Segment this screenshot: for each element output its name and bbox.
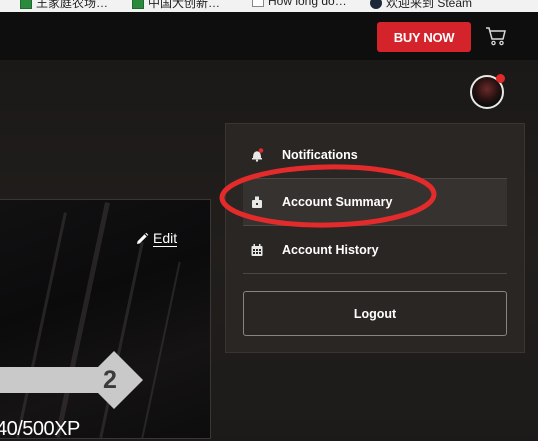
bookmark-item[interactable]: 中国大创新…	[132, 0, 220, 11]
top-nav: BUY NOW	[0, 12, 538, 60]
edit-label: Edit	[153, 230, 178, 247]
level-number: 2	[103, 366, 117, 394]
cart-icon[interactable]	[485, 26, 507, 46]
bookmark-item[interactable]: 欢迎来到 Steam	[370, 0, 472, 11]
buy-now-button[interactable]: BUY NOW	[377, 22, 471, 52]
pencil-icon	[137, 232, 149, 244]
green-doc-icon	[132, 0, 144, 9]
green-doc-icon	[20, 0, 32, 9]
menu-item-account-history[interactable]: Account History	[243, 227, 507, 274]
edit-profile-link[interactable]: Edit	[135, 230, 178, 247]
bookmark-item[interactable]: 王家庭农场…	[20, 0, 108, 11]
logout-button[interactable]: Logout	[243, 291, 507, 336]
xp-text: 40/500XP	[0, 418, 80, 440]
notification-dot	[496, 74, 505, 83]
annotation-ellipse	[219, 164, 437, 228]
account-dropdown-menu: Notifications Account Summary Account Hi…	[225, 123, 525, 353]
page-icon	[252, 0, 264, 7]
calendar-icon	[251, 244, 263, 256]
bookmark-item[interactable]: How long do…	[252, 0, 347, 8]
steam-icon	[370, 0, 382, 9]
